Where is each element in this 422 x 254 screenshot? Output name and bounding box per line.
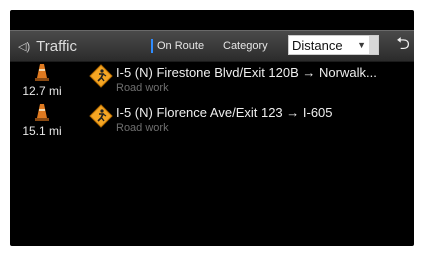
distance-label: 12.7 mi — [22, 84, 62, 98]
dropdown-divider — [369, 36, 378, 54]
road-work-warning-icon — [89, 104, 113, 128]
list-item[interactable]: 15.1 mi I-5 (N) Florence Ave/Exit 123 → … — [10, 103, 414, 143]
sort-dropdown[interactable]: Distance ▼ — [288, 35, 379, 55]
distance-group: 15.1 mi — [20, 103, 64, 143]
back-icon: ⮌ — [396, 33, 410, 53]
dropdown-caret-icon: ▼ — [357, 40, 366, 50]
distance-label: 15.1 mi — [22, 124, 62, 138]
tab-category-label: Category — [223, 40, 268, 52]
tab-category[interactable]: Category — [223, 36, 268, 56]
nav-screen: ◁︎) Traffic On Route Category Distance ▼… — [10, 10, 414, 246]
header-bar: ◁︎) Traffic On Route Category Distance ▼… — [10, 30, 414, 62]
incident-type: Road work — [116, 122, 169, 134]
back-button[interactable]: ⮌ — [394, 34, 412, 56]
incident-road: I-5 (N) Firestone Blvd/Exit 120B → Norwa… — [116, 65, 377, 80]
tab-on-route-label: On Route — [157, 40, 205, 52]
tab-active-indicator — [151, 39, 153, 53]
traffic-cone-icon — [35, 64, 49, 81]
page-title-group: ◁︎) Traffic — [18, 36, 77, 56]
list-item[interactable]: 12.7 mi I-5 (N) Firestone Blvd/Exit 120B… — [10, 63, 414, 103]
traffic-cone-icon — [35, 104, 49, 121]
distance-group: 12.7 mi — [20, 63, 64, 103]
page-title: Traffic — [36, 37, 77, 55]
sort-dropdown-value: Distance — [292, 37, 343, 53]
incident-type: Road work — [116, 82, 169, 94]
radio-icon: ◁︎) — [18, 40, 31, 53]
tab-on-route[interactable]: On Route — [151, 36, 204, 56]
road-work-warning-icon — [89, 64, 113, 88]
incident-road: I-5 (N) Florence Ave/Exit 123 → I-605 — [116, 105, 333, 120]
